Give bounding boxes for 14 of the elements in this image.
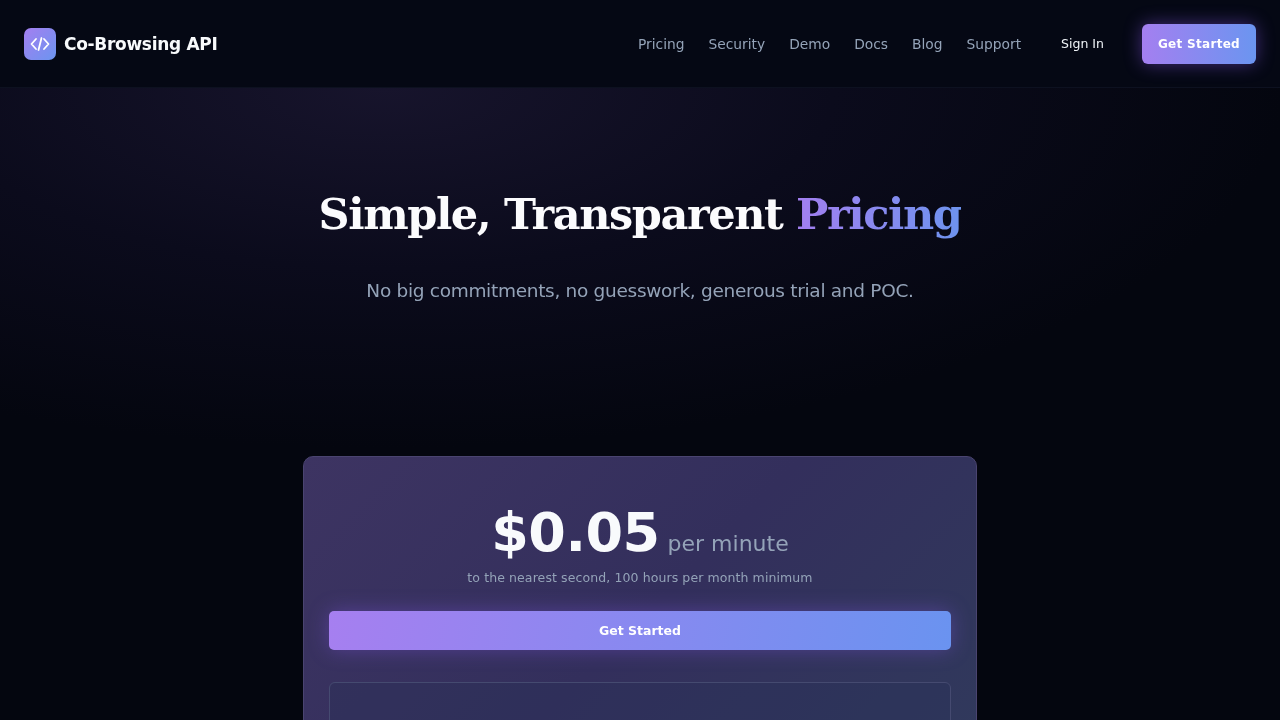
- code-icon[interactable]: [24, 27, 56, 60]
- brand-name[interactable]: Co-Browsing API: [64, 33, 218, 54]
- price-unit: per minute: [667, 531, 789, 556]
- nav-link[interactable]: Docs: [854, 35, 889, 52]
- hero-subtitle: No big commitments, no guesswork, generous trial and POC.: [366, 280, 914, 301]
- sign-in-button[interactable]: Sign In: [1045, 28, 1120, 59]
- nav-link[interactable]: Pricing: [638, 35, 685, 52]
- pricing-note: to the nearest second, 100 hours per month minimum: [467, 570, 813, 586]
- price: $0.05: [491, 503, 660, 563]
- nav-link[interactable]: Blog: [912, 35, 943, 52]
- nav-link[interactable]: Demo: [789, 35, 831, 52]
- nav-link[interactable]: Support: [966, 35, 1022, 52]
- nav-link[interactable]: Security: [708, 35, 766, 52]
- page-heading: Simple, Transparent Pricing: [318, 188, 962, 241]
